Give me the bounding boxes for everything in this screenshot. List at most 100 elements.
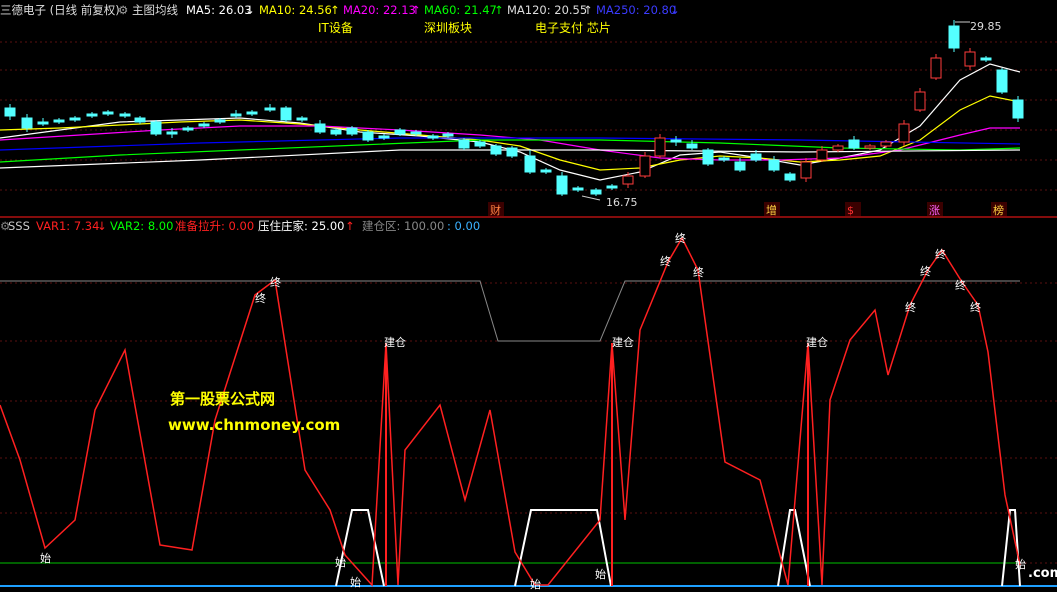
candle-body xyxy=(490,145,502,155)
candle xyxy=(816,146,828,162)
build-label: 建仓 xyxy=(806,335,828,349)
candle xyxy=(230,110,242,118)
candle-body xyxy=(314,123,326,133)
candle-body xyxy=(864,145,876,149)
candle xyxy=(490,144,502,156)
candle-body xyxy=(362,131,374,141)
candle-body xyxy=(246,111,258,115)
candle-body xyxy=(474,141,486,147)
candle xyxy=(427,134,439,140)
candle xyxy=(606,184,618,190)
candle-body xyxy=(69,117,81,121)
candle xyxy=(524,150,536,174)
candle-body xyxy=(166,131,178,135)
ma60-arrow: ↑ xyxy=(494,3,504,17)
ma5-value: MA5: 26.03 xyxy=(186,3,252,17)
candle xyxy=(639,152,651,178)
press-arrow: ↑ xyxy=(345,219,355,233)
candle-body xyxy=(119,113,131,117)
candle xyxy=(150,120,162,136)
candle-body xyxy=(1012,99,1024,119)
var1-value: VAR1: 7.34 xyxy=(36,219,100,233)
candle xyxy=(458,138,470,150)
reference-line xyxy=(0,280,1020,342)
candle-body xyxy=(86,113,98,117)
candle-body xyxy=(53,119,65,123)
candle-body xyxy=(346,127,358,135)
candle xyxy=(182,126,194,132)
candle-body xyxy=(914,91,926,111)
var2-value: VAR2: 8.00 xyxy=(110,219,174,233)
ma120-arrow: ↑ xyxy=(583,3,593,17)
sss-indicator-panel: 终终终终终终终终终终始 始始 始始始建仓 建仓 建仓 xyxy=(0,231,1057,591)
sub-header: ⚙ SSS VAR1: 7.34 ↓ VAR2: 8.00 准备拉升: 0.00… xyxy=(0,217,1057,235)
candle-body xyxy=(686,143,698,149)
candle xyxy=(964,48,976,70)
stock-chart[interactable]: 29.8516.75IT设备 深圳板块 电子支付 芯片财增 $ 涨榜 终终终终终终终终终… xyxy=(0,0,1057,592)
marker-label: 财 xyxy=(490,203,501,217)
ma10-value: MA10: 24.56 xyxy=(259,3,332,17)
ma250-value: MA250: 20.80 xyxy=(596,3,677,17)
candle xyxy=(102,110,114,116)
candle-body xyxy=(296,117,308,121)
candle xyxy=(572,186,584,192)
main-header: 三德电子 (日线 前复权) ⚙ 主图均线 MA5: 26.03 ↓ MA10: … xyxy=(0,0,1057,20)
ma20-value: MA20: 22.13 xyxy=(343,3,416,17)
candle xyxy=(69,116,81,122)
indicator-label[interactable]: 主图均线 xyxy=(132,0,178,20)
build-label: 建仓 xyxy=(612,335,634,349)
candle-body xyxy=(394,129,406,135)
candle-body xyxy=(800,161,812,179)
settings-icon[interactable]: ⚙ xyxy=(118,0,128,20)
end-label: 终 xyxy=(693,265,704,279)
candle-body xyxy=(654,137,666,157)
candle xyxy=(280,106,292,122)
candle-body xyxy=(378,135,390,139)
candle-body xyxy=(750,153,762,161)
start-label: 始 xyxy=(530,577,541,591)
candle xyxy=(264,104,276,112)
candle xyxy=(832,144,844,152)
candle-body xyxy=(410,131,422,135)
stock-name[interactable]: 三德电子 (日线 前复权) xyxy=(0,0,120,20)
candle-body xyxy=(784,173,796,181)
candle xyxy=(296,116,308,122)
candlesticks[interactable] xyxy=(4,20,1024,196)
candle-body xyxy=(930,57,942,79)
candle xyxy=(540,168,552,174)
tag-epay: 电子支付 芯片 xyxy=(535,21,611,35)
candle-body xyxy=(964,51,976,67)
candle-body xyxy=(718,157,730,161)
start-label: 始 xyxy=(335,555,346,569)
candle-body xyxy=(556,175,568,195)
candle-body xyxy=(524,155,536,173)
candle-body xyxy=(572,187,584,191)
watermark-corner: .com xyxy=(1028,566,1057,581)
end-label: 终 xyxy=(955,278,966,292)
lift-value: 准备拉升: 0.00 xyxy=(175,219,255,233)
indicator-name[interactable]: SSS xyxy=(8,217,30,235)
candle-body xyxy=(21,117,33,129)
ma10-arrow: ↑ xyxy=(330,3,340,17)
candle xyxy=(702,148,714,166)
end-label: 终 xyxy=(920,264,931,278)
candle xyxy=(37,118,49,126)
watermark-url: www.chnmoney.com xyxy=(168,416,341,434)
ma5-arrow: ↓ xyxy=(245,3,255,17)
candle xyxy=(768,156,780,172)
candle-body xyxy=(427,135,439,139)
candle xyxy=(362,130,374,142)
end-label: 终 xyxy=(270,275,281,289)
candle-body xyxy=(37,121,49,125)
candle-body xyxy=(458,139,470,149)
candle-body xyxy=(832,145,844,151)
end-label: 终 xyxy=(660,254,671,268)
candle-body xyxy=(880,141,892,147)
low-marker xyxy=(581,195,601,201)
var1-line xyxy=(0,236,1021,587)
candle xyxy=(930,54,942,80)
tag-it: IT设备 xyxy=(318,21,353,35)
candle xyxy=(556,172,568,196)
build-zone-value: 建仓区: 100.00 xyxy=(362,219,445,233)
end-label: 终 xyxy=(935,247,946,261)
